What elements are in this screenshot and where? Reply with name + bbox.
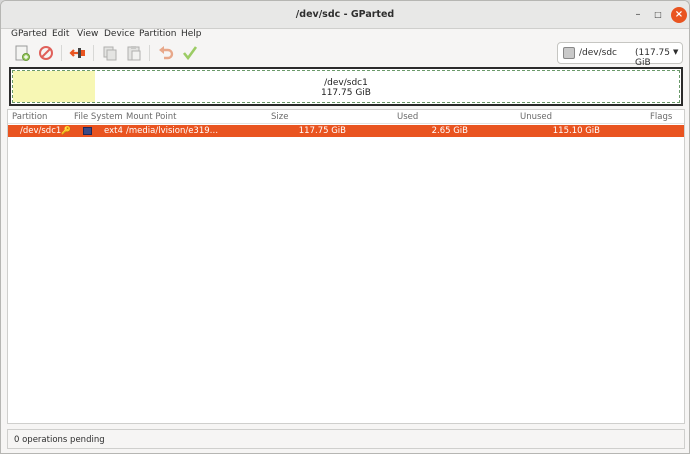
disk-map[interactable]: /dev/sdc1 117.75 GiB — [9, 67, 683, 106]
status-bar: 0 operations pending — [7, 429, 685, 449]
cell-mount-point: /media/lvision/e319… — [126, 126, 219, 136]
disk-map-partition-name: /dev/sdc1 — [324, 78, 368, 88]
paste-icon[interactable] — [125, 44, 143, 62]
cell-size: 117.75 GiB — [298, 126, 346, 136]
key-icon: 🔑 — [61, 126, 71, 135]
cell-partition: /dev/sdc1 — [20, 126, 62, 136]
device-selector[interactable]: /dev/sdc (117.75 GiB ▼ — [557, 42, 683, 68]
resize-move-icon[interactable] — [69, 44, 87, 62]
menu-partition[interactable]: Partition — [139, 29, 177, 39]
minimize-icon[interactable]: – — [630, 7, 646, 23]
column-size[interactable]: Size — [271, 112, 288, 122]
apply-icon[interactable] — [181, 44, 199, 62]
chevron-down-icon: ▼ — [673, 48, 679, 56]
delete-partition-icon[interactable] — [37, 44, 55, 62]
column-file-system[interactable]: File System — [74, 112, 123, 122]
copy-icon[interactable] — [101, 44, 119, 62]
gparted-window: /dev/sdc - GParted – □ × GParted Edit Vi… — [0, 0, 690, 454]
partition-table: Partition File System Mount Point Size U… — [7, 109, 685, 424]
menu-view[interactable]: View — [77, 29, 98, 39]
device-name: /dev/sdc — [579, 48, 617, 58]
menubar: GParted Edit View Device Partition Help — [1, 29, 689, 41]
maximize-icon[interactable]: □ — [650, 7, 666, 23]
close-icon[interactable]: × — [671, 7, 687, 23]
menu-help[interactable]: Help — [181, 29, 202, 39]
toolbar-separator — [93, 45, 94, 61]
table-row[interactable]: /dev/sdc1 🔑 ext4 /media/lvision/e319… 11… — [8, 125, 684, 137]
toolbar-separator — [61, 45, 62, 61]
cell-unused: 115.10 GiB — [552, 126, 600, 136]
menu-gparted[interactable]: GParted — [11, 29, 47, 39]
cell-filesystem: ext4 — [104, 126, 123, 136]
undo-icon[interactable] — [157, 44, 175, 62]
column-flags[interactable]: Flags — [650, 112, 672, 122]
new-partition-icon[interactable] — [13, 44, 31, 62]
menu-edit[interactable]: Edit — [52, 29, 69, 39]
column-unused[interactable]: Unused — [520, 112, 552, 122]
column-used[interactable]: Used — [397, 112, 418, 122]
disk-map-partition-size: 117.75 GiB — [320, 88, 371, 98]
filesystem-color-swatch — [83, 127, 92, 135]
column-partition[interactable]: Partition — [12, 112, 47, 122]
window-title: /dev/sdc - GParted — [295, 9, 395, 20]
status-text: 0 operations pending — [14, 435, 105, 445]
toolbar-separator — [149, 45, 150, 61]
menu-device[interactable]: Device — [104, 29, 135, 39]
cell-used: 2.65 GiB — [431, 126, 468, 136]
table-header: Partition File System Mount Point Size U… — [8, 110, 684, 124]
column-mount-point[interactable]: Mount Point — [126, 112, 176, 122]
disk-icon — [563, 47, 575, 59]
title-bar[interactable]: /dev/sdc - GParted – □ × — [1, 1, 689, 29]
